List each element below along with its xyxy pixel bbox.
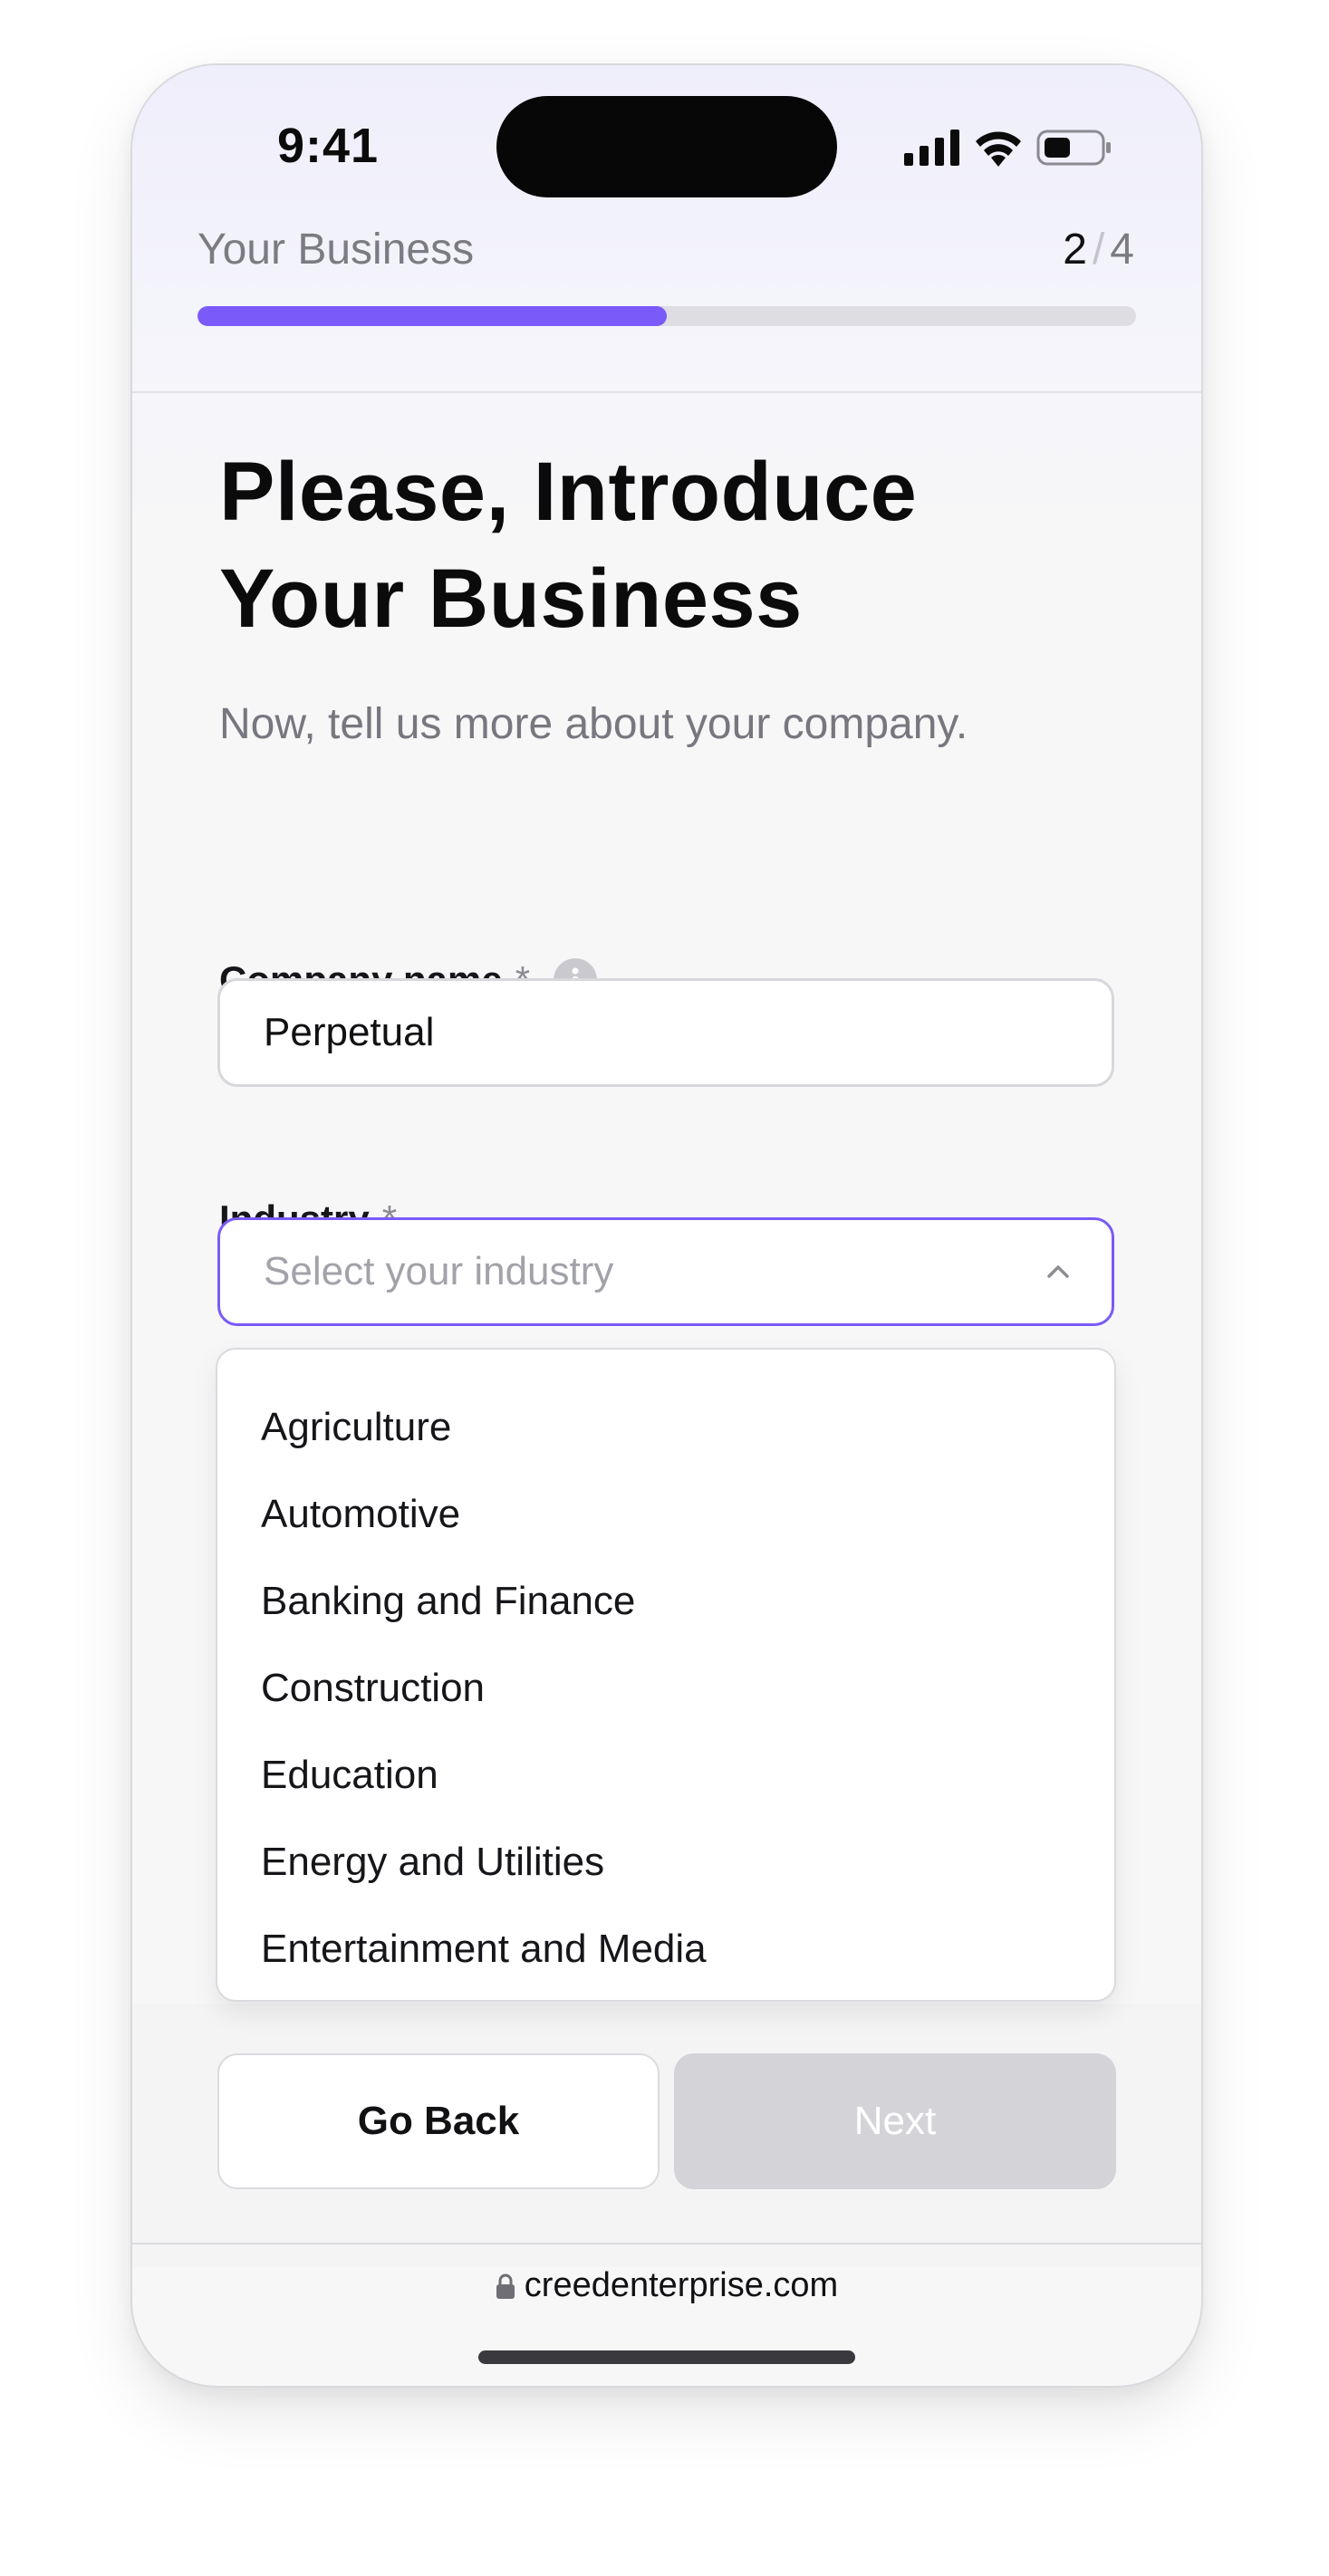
status-time: 9:41 [277, 119, 380, 173]
industry-placeholder: Select your industry [264, 1249, 614, 1293]
industry-option[interactable]: Energy and Utilities [217, 1824, 1114, 1911]
next-button[interactable]: Next [674, 2053, 1116, 2189]
go-back-button[interactable]: Go Back [217, 2053, 660, 2189]
step-current: 2 [1063, 226, 1087, 274]
wifi-icon [976, 131, 1021, 167]
browser-divider [132, 2243, 1201, 2244]
industry-dropdown-menu: Agriculture Automotive Banking and Finan… [216, 1348, 1116, 2002]
page-title-line1: Please, Introduce [219, 446, 918, 538]
industry-option[interactable]: Entertainment and Media [217, 1911, 1114, 1998]
status-icons [904, 129, 1112, 167]
page-subtitle: Now, tell us more about your company. [219, 700, 968, 748]
chevron-up-icon [1047, 1265, 1069, 1278]
progress-fill [197, 306, 667, 326]
company-name-input[interactable]: Perpetual [217, 978, 1114, 1087]
company-name-value: Perpetual [264, 1010, 435, 1054]
industry-option[interactable]: Education [217, 1737, 1114, 1824]
phone-frame: 9:41 Your Business 2/4 Please, Introduce… [130, 63, 1203, 2388]
step-counter: 2/4 [1063, 225, 1134, 274]
step-total: 4 [1110, 226, 1134, 274]
browser-url-bar[interactable]: creedenterprise.com [132, 2266, 1201, 2305]
home-indicator[interactable] [478, 2350, 855, 2364]
progress-bar [197, 306, 1136, 326]
step-separator: / [1092, 226, 1105, 274]
page-title: Please, Introduce Your Business [219, 438, 1107, 652]
url-text: creedenterprise.com [524, 2266, 839, 2304]
dynamic-island [496, 96, 837, 197]
industry-option[interactable]: Agriculture [217, 1389, 1114, 1476]
battery-icon [1036, 130, 1111, 166]
signal-icon [904, 130, 959, 166]
industry-option[interactable]: Construction [217, 1650, 1114, 1737]
industry-option[interactable]: Automotive [217, 1476, 1114, 1563]
step-title: Your Business [197, 226, 475, 274]
lock-icon [496, 2273, 515, 2299]
page-title-line2: Your Business [219, 553, 803, 645]
header-divider [132, 391, 1201, 393]
industry-select[interactable]: Select your industry [217, 1217, 1114, 1326]
industry-option[interactable]: Banking and Finance [217, 1563, 1114, 1650]
